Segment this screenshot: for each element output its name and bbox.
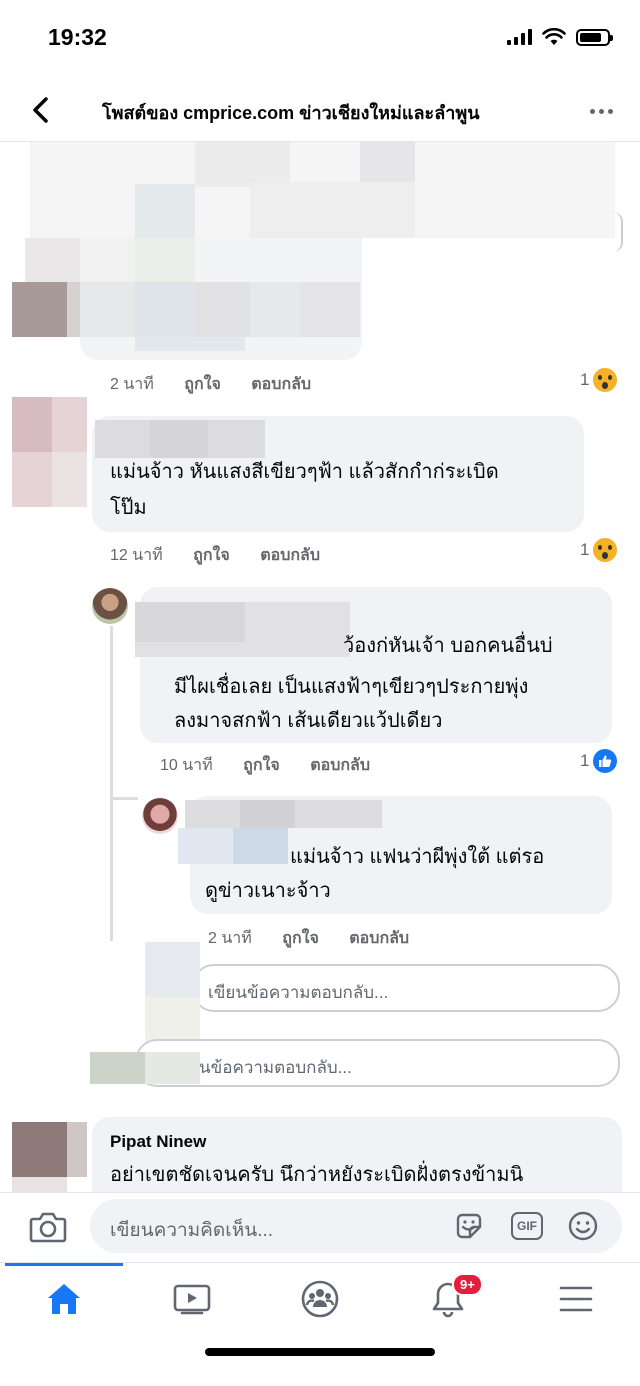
comment-text: โป๊ม (110, 497, 147, 519)
video-icon (173, 1284, 211, 1315)
like-button[interactable]: ถูกใจ (282, 930, 319, 947)
comment-text: ดูข่าวเนาะจ้าว (205, 880, 331, 902)
emoji-button[interactable] (566, 1209, 600, 1243)
reply-button[interactable]: ตอบกลับ (310, 757, 370, 774)
comment-meta-2: 12 นาที ถูกใจ ตอบกลับ (110, 543, 346, 568)
comment-text: มีไผเชื่อเลย เป็นแสงฟ้าๆเขียวๆประกายพุ่ง (174, 676, 529, 698)
reaction-summary[interactable]: 1 (580, 538, 618, 562)
post-header: โพสต์ของ cmprice.com ข่าวเชียงใหม่และลำพ… (0, 80, 640, 142)
battery-icon (576, 28, 613, 46)
avatar (92, 588, 128, 624)
chevron-left-icon (33, 97, 48, 123)
comment-time: 2 นาที (110, 376, 154, 393)
reaction-count: 1 (580, 370, 590, 389)
comment-input-placeholder: เขียนความคิดเห็น... (110, 1220, 274, 1241)
comment-text: อย่าเขตชัดเจนครับ นึกว่าหยังระเบิดฝั่งตร… (110, 1164, 524, 1186)
status-bar: 19:32 (0, 0, 640, 80)
camera-icon (29, 1212, 67, 1243)
thumbs-up-icon (599, 755, 612, 767)
reaction-summary[interactable]: 1 (580, 368, 618, 392)
tab-notifications[interactable]: 9+ (418, 1273, 483, 1321)
like-button[interactable]: ถูกใจ (243, 757, 280, 774)
emoji-icon (568, 1211, 598, 1241)
comment-input[interactable]: เขียนความคิดเห็น... GIF (90, 1199, 622, 1253)
gif-button[interactable]: GIF (510, 1209, 544, 1243)
page-title: โพสต์ของ cmprice.com ข่าวเชียงใหม่และลำพ… (102, 103, 480, 123)
notification-badge: 9+ (452, 1273, 483, 1296)
battery-level (580, 32, 601, 42)
camera-button[interactable] (28, 1207, 68, 1247)
avatar (12, 282, 67, 337)
comment-time: 12 นาที (110, 547, 163, 564)
nested-thread-line (110, 797, 138, 800)
comment-text: แม่นจ้าว หันแสงสีเขียวๆฟ้า แล้วสักกำก่ระ… (110, 461, 499, 483)
comment-time: 2 นาที (208, 930, 252, 947)
comment-author[interactable]: Pipat Ninew (110, 1132, 206, 1152)
reply-button[interactable]: ตอบกลับ (349, 930, 409, 947)
comment-meta-1: 2 นาที ถูกใจ ตอบกลับ (110, 372, 337, 397)
reply-button[interactable]: ตอบกลับ (260, 547, 320, 564)
comment-composer: เขียนความคิดเห็น... GIF (0, 1192, 640, 1262)
tab-video[interactable] (162, 1277, 222, 1321)
home-indicator (205, 1348, 435, 1356)
status-time: 19:32 (48, 24, 107, 50)
thread-line (110, 626, 113, 941)
gif-icon: GIF (511, 1212, 543, 1240)
home-icon (48, 1284, 80, 1314)
comment-meta-3: 10 นาที ถูกใจ ตอบกลับ (160, 753, 396, 778)
like-button[interactable]: ถูกใจ (193, 547, 230, 564)
comment-text: ว้องก่หันเจ้า บอกคนอื่นบ่ (343, 635, 553, 657)
reaction-count: 1 (580, 751, 590, 770)
active-tab-indicator (5, 1263, 123, 1266)
more-options-button[interactable] (586, 96, 616, 126)
wow-reaction-icon (593, 538, 618, 562)
reply-input-placeholder: เขียนข้อความตอบกลับ... (208, 983, 389, 1002)
avatar (142, 798, 178, 834)
like-button[interactable]: ถูกใจ (184, 376, 221, 393)
groups-icon (301, 1280, 339, 1318)
tab-groups[interactable] (290, 1277, 350, 1321)
comment-text: แม่นจ้าว แฟนว่าผีพุ่งใต้ แต่รอ (290, 846, 545, 868)
reply-input-placeholder: นข้อความตอบกลับ... (199, 1058, 352, 1077)
tab-home[interactable] (34, 1277, 94, 1321)
wifi-icon (542, 28, 566, 45)
avatar (12, 1122, 67, 1177)
reaction-count: 1 (580, 540, 590, 559)
comment-text: ลงมาจสกฟ้า เส้นเดียวแว้ปเดียว (174, 710, 443, 732)
sticker-icon (456, 1213, 482, 1239)
tab-menu[interactable] (546, 1277, 606, 1321)
bottom-tab-bar: 9+ (0, 1262, 640, 1386)
sticker-button[interactable] (452, 1209, 486, 1243)
reply-input[interactable]: เขียนข้อความตอบกลับ... (192, 964, 620, 1012)
reaction-summary[interactable]: 1 (580, 749, 618, 773)
comment-time: 10 นาที (160, 757, 213, 774)
menu-icon (559, 1286, 593, 1312)
back-button[interactable] (22, 92, 58, 128)
wow-reaction-icon (593, 368, 618, 392)
comment-meta-4: 2 นาที ถูกใจ ตอบกลับ (208, 926, 435, 951)
like-reaction-icon (593, 749, 618, 773)
reply-button[interactable]: ตอบกลับ (251, 376, 311, 393)
reply-input[interactable]: นข้อความตอบกลับ... (135, 1039, 620, 1087)
status-icons (507, 28, 613, 46)
signal-icon (507, 29, 532, 45)
comments-feed[interactable]: 2 นาที ถูกใจ ตอบกลับ 1 แม่นจ้าว หันแสงสี… (0, 142, 640, 1192)
